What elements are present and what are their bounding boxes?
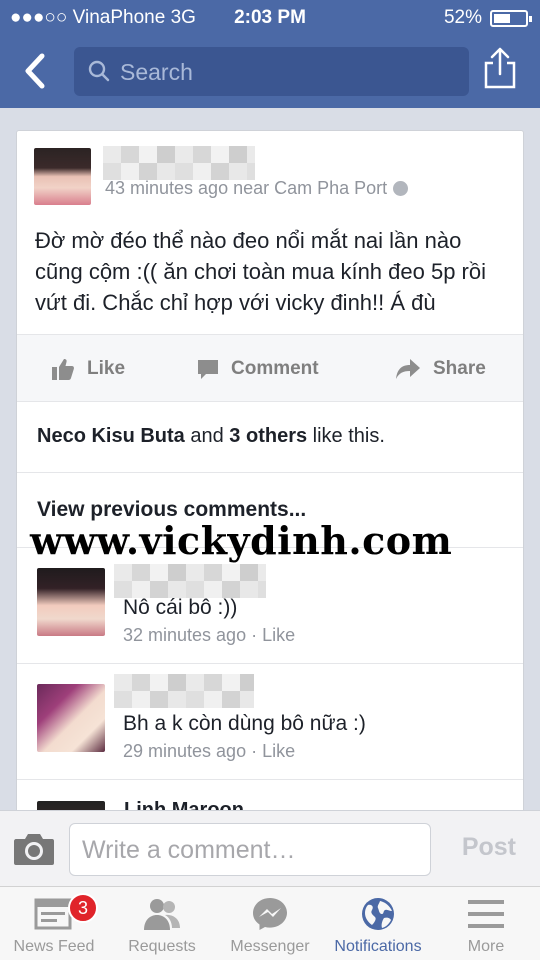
post-meta: 43 minutes ago near Cam Pha Port xyxy=(105,178,409,199)
divider xyxy=(17,779,523,780)
comment-time: 29 minutes ago xyxy=(123,741,247,761)
comment-text: Bh a k còn dùng bô nữa :) xyxy=(123,712,366,735)
search-placeholder: Search xyxy=(120,59,193,85)
meta-separator: · xyxy=(246,625,263,645)
back-button[interactable] xyxy=(18,50,54,92)
commenter-name-blurred[interactable] xyxy=(114,674,254,708)
likes-and: and xyxy=(184,425,230,447)
globe-notifications-icon xyxy=(362,898,394,930)
commenter-avatar[interactable] xyxy=(37,684,105,752)
watermark-text: www.vickydinh.com xyxy=(30,518,453,563)
tab-label: News Feed xyxy=(13,938,95,955)
action-bar: Like Comment Share xyxy=(17,334,523,402)
comment-meta: 32 minutes ago · Like xyxy=(123,625,295,646)
comment-input[interactable]: Write a comment… xyxy=(69,823,431,876)
commenter-avatar[interactable] xyxy=(37,568,105,636)
camera-icon[interactable] xyxy=(12,831,56,867)
status-bar: ●●●○○ VinaPhone 3G 2:03 PM 52% xyxy=(0,0,540,36)
share-post-button[interactable] xyxy=(482,46,518,90)
post-text: Đờ mờ đéo thể nào đeo nổi mắt nai lần nà… xyxy=(35,228,486,315)
tab-label: More xyxy=(467,938,505,955)
tab-label: Messenger xyxy=(230,938,310,955)
comment-like-link[interactable]: Like xyxy=(262,741,295,761)
thumbs-up-icon xyxy=(52,359,74,380)
battery-icon xyxy=(490,10,532,27)
hamburger-menu-icon xyxy=(468,900,504,928)
likes-others[interactable]: 3 others xyxy=(229,425,307,447)
nav-bar: Search xyxy=(0,36,540,108)
commenter-name-blurred[interactable] xyxy=(114,564,266,598)
comment-bubble-icon xyxy=(198,360,218,379)
tab-news-feed[interactable]: 3 News Feed xyxy=(0,887,108,960)
comment-button[interactable]: Comment xyxy=(197,355,319,383)
likes-summary[interactable]: Neco Kisu Buta and 3 others like this. xyxy=(37,425,385,448)
share-label: Share xyxy=(433,358,486,379)
comment-input-placeholder: Write a comment… xyxy=(82,836,296,864)
post-card: 43 minutes ago near Cam Pha Port Đờ mờ đ… xyxy=(16,130,524,830)
chevron-left-icon xyxy=(25,53,45,89)
tab-requests[interactable]: Requests xyxy=(108,887,216,960)
friends-icon xyxy=(144,899,180,930)
comment-label: Comment xyxy=(231,358,319,379)
post-timestamp-location: 43 minutes ago near Cam Pha Port xyxy=(105,178,388,198)
comment-meta: 29 minutes ago · Like xyxy=(123,741,295,762)
tab-messenger[interactable]: Messenger xyxy=(216,887,324,960)
comment-like-link[interactable]: Like xyxy=(262,625,295,645)
liker-name[interactable]: Neco Kisu Buta xyxy=(37,425,185,447)
author-avatar[interactable] xyxy=(34,148,91,205)
globe-icon xyxy=(393,181,409,196)
share-upload-icon xyxy=(484,47,516,89)
search-icon xyxy=(88,60,110,82)
tab-more[interactable]: More xyxy=(432,887,540,960)
post-comment-button[interactable]: Post xyxy=(462,833,516,862)
search-input[interactable]: Search xyxy=(74,47,469,96)
battery-percent: 52% xyxy=(443,7,482,28)
comment-composer: Write a comment… Post xyxy=(0,810,540,886)
comment-text: Nô cái bô :)) xyxy=(123,596,238,619)
tab-label: Requests xyxy=(128,938,196,955)
notification-badge: 3 xyxy=(68,893,98,923)
tab-label: Notifications xyxy=(334,938,422,955)
tab-notifications[interactable]: Notifications xyxy=(324,887,432,960)
author-name-blurred[interactable] xyxy=(103,146,255,180)
meta-separator: · xyxy=(246,741,263,761)
share-arrow-icon xyxy=(396,359,420,379)
comment-time: 32 minutes ago xyxy=(123,625,247,645)
messenger-icon xyxy=(253,898,287,930)
divider xyxy=(17,663,523,664)
like-button[interactable]: Like xyxy=(51,355,125,383)
tab-bar: 3 News Feed Requests Messenger Notificat… xyxy=(0,886,540,960)
like-label: Like xyxy=(87,358,126,379)
news-feed-icon xyxy=(34,898,72,930)
likes-suffix: like this. xyxy=(307,425,385,447)
divider xyxy=(17,472,523,473)
share-button[interactable]: Share xyxy=(395,355,486,383)
